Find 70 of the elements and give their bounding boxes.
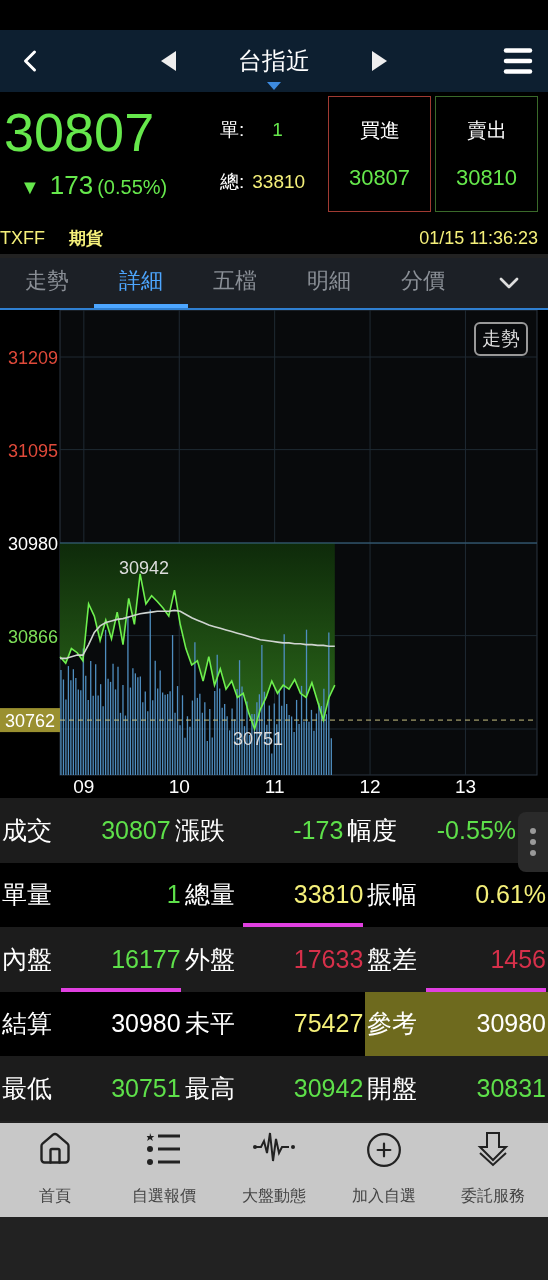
total-volume-label: 總: bbox=[220, 170, 245, 194]
field-value: 75427 bbox=[293, 1009, 364, 1039]
field-label: 外盤 bbox=[184, 943, 235, 975]
field-value: 17633 bbox=[293, 944, 364, 974]
field-label: 最高 bbox=[184, 1072, 235, 1104]
field-value: 30942 bbox=[293, 1073, 364, 1103]
y-axis-label: 30866 bbox=[7, 626, 58, 647]
price-change: 173 bbox=[49, 170, 94, 201]
tab[interactable]: 走勢 bbox=[0, 258, 94, 308]
field-value: 30831 bbox=[476, 1073, 546, 1103]
nav-item[interactable]: 首頁 bbox=[0, 1122, 110, 1217]
field-value: 1 bbox=[166, 880, 181, 910]
x-axis-label: 12 bbox=[359, 776, 381, 797]
y-axis-label: 30980 bbox=[7, 534, 58, 555]
field-label: 總量 bbox=[184, 879, 235, 911]
y-axis-label: 31095 bbox=[7, 440, 58, 461]
previous-icon[interactable] bbox=[160, 50, 178, 72]
buy-button[interactable]: 買進 30807 bbox=[328, 96, 431, 212]
nav-item[interactable]: 委託服務 bbox=[438, 1122, 548, 1217]
field-value: 30751 bbox=[111, 1073, 181, 1103]
symbol-code: TXFF bbox=[0, 227, 45, 249]
nav-item[interactable]: 大盤動態 bbox=[219, 1122, 329, 1217]
x-axis-label: 10 bbox=[168, 776, 190, 797]
field-value: 30980 bbox=[476, 1009, 546, 1039]
field-label: 未平 bbox=[184, 1008, 235, 1040]
high-price-label: 30942 bbox=[118, 558, 170, 578]
field-value: -173 bbox=[293, 815, 344, 845]
timestamp: 01/15 11:36:23 bbox=[419, 227, 538, 249]
single-volume: 1 bbox=[272, 119, 283, 141]
x-axis-label: 11 bbox=[264, 776, 285, 797]
field-value: 30807 bbox=[101, 815, 171, 845]
field-label: 成交 bbox=[2, 814, 52, 846]
dropdown-caret-icon bbox=[267, 82, 281, 90]
field-label: 漲跌 bbox=[174, 814, 225, 846]
side-handle[interactable] bbox=[518, 812, 548, 872]
down-arrow: ▼ bbox=[20, 176, 40, 199]
x-axis-label: 09 bbox=[73, 776, 95, 797]
field-label: 幅度 bbox=[347, 814, 398, 846]
tab[interactable]: 五檔 bbox=[188, 258, 282, 308]
single-volume-label: 單: bbox=[220, 118, 245, 142]
nav-item[interactable]: 自選報價 bbox=[109, 1122, 220, 1217]
low-price-label: 30751 bbox=[232, 729, 284, 749]
field-label: 最低 bbox=[2, 1072, 52, 1104]
down-arrow-icon bbox=[477, 1130, 510, 1167]
field-value: 30980 bbox=[111, 1009, 181, 1039]
total-volume: 33810 bbox=[252, 171, 306, 193]
market-type: 期貨 bbox=[69, 227, 103, 250]
field-value: -0.55% bbox=[436, 815, 516, 845]
field-label: 參考 bbox=[367, 1008, 418, 1040]
y-axis-label: 31209 bbox=[7, 348, 58, 369]
field-label: 振幅 bbox=[367, 879, 418, 911]
tab[interactable]: 明細 bbox=[282, 258, 376, 308]
field-value: 0.61% bbox=[475, 880, 546, 910]
window-title[interactable]: 台指近 bbox=[238, 45, 310, 77]
trend-button[interactable]: 走勢 bbox=[474, 322, 528, 356]
next-icon[interactable] bbox=[370, 50, 388, 72]
sell-button[interactable]: 賣出 30810 bbox=[435, 96, 538, 212]
change-percent: (0.55%) bbox=[97, 176, 168, 199]
add-circle-icon bbox=[364, 1130, 403, 1169]
field-label: 開盤 bbox=[367, 1072, 418, 1104]
nav-item[interactable]: 加入自選 bbox=[328, 1122, 439, 1217]
waveform-icon bbox=[252, 1130, 296, 1163]
current-price-tag: 30762 bbox=[0, 708, 60, 733]
tab[interactable]: 分價 bbox=[376, 258, 470, 308]
last-price: 30807 bbox=[4, 101, 156, 164]
field-label: 結算 bbox=[2, 1008, 52, 1040]
field-label: 內盤 bbox=[2, 943, 52, 975]
field-label: 盤差 bbox=[367, 943, 418, 975]
field-label: 單量 bbox=[2, 879, 52, 911]
x-axis-label: 13 bbox=[454, 776, 476, 797]
